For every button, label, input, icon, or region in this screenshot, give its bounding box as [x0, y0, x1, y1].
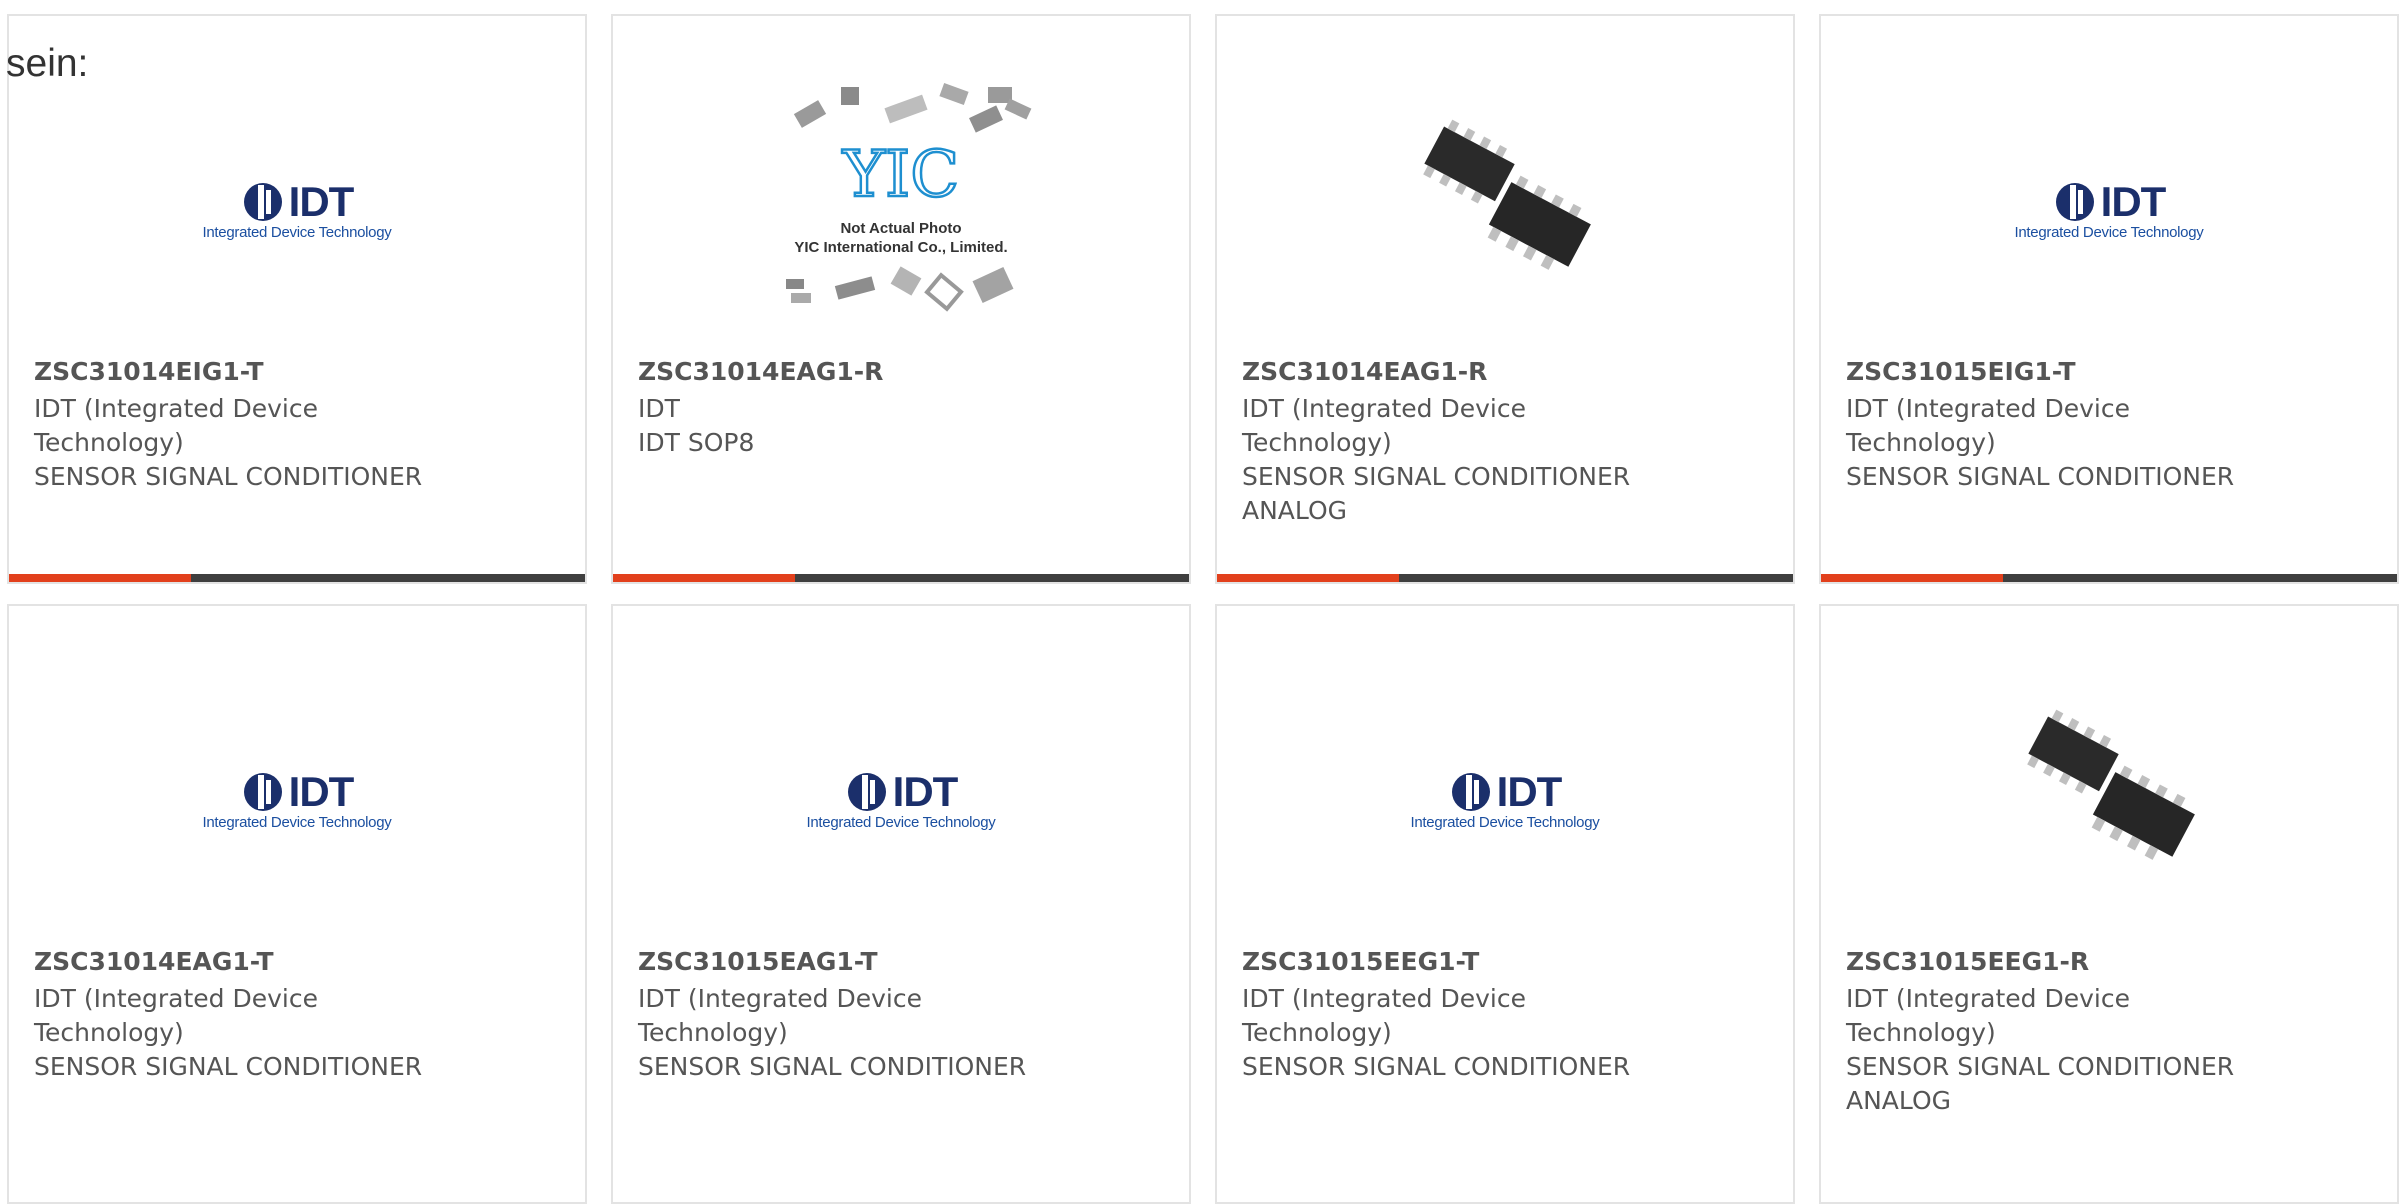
yic-caption-1: Not Actual Photo: [840, 220, 961, 237]
part-number-link[interactable]: ZSC31015EEG1-R: [1846, 946, 2357, 978]
manufacturer-line-1: IDT (Integrated Device: [638, 984, 922, 1013]
yic-logo-letters: YIC: [842, 138, 960, 212]
idt-logo-icon: IDT Integrated Device Technology: [202, 177, 392, 241]
sop8-chip-icon: [2027, 709, 2195, 860]
product-image[interactable]: [1821, 666, 2397, 936]
product-description: SENSOR SIGNAL CONDITIONER: [1846, 1052, 2235, 1081]
part-number-link[interactable]: ZSC31014EAG1-T: [34, 946, 545, 978]
idt-logo-icon: IDT Integrated Device Technology: [806, 767, 996, 831]
yic-caption-2: YIC International Co., Limited.: [794, 239, 1007, 256]
card-bottom-accent: [613, 574, 795, 582]
product-description-2: ANALOG: [1846, 1086, 1951, 1115]
idt-logo-icon: IDT Integrated Device Technology: [202, 767, 392, 831]
card-bottom-accent: [1821, 574, 2003, 582]
idt-logo-word: IDT: [892, 767, 959, 815]
idt-logo-tagline: Integrated Device Technology: [2014, 223, 2204, 241]
idt-logo-icon: IDT Integrated Device Technology: [2014, 177, 2204, 241]
product-image[interactable]: IDT Integrated Device Technology: [613, 666, 1189, 936]
product-card[interactable]: IDT Integrated Device Technology ZSC3101…: [1215, 604, 1795, 1204]
product-image[interactable]: IDT Integrated Device Technology: [1217, 666, 1793, 936]
part-number-link[interactable]: ZSC31015EAG1-T: [638, 946, 1149, 978]
manufacturer-line-2: Technology): [1846, 428, 1996, 457]
idt-logo-word: IDT: [2100, 177, 2167, 225]
manufacturer-line-1: IDT (Integrated Device: [1242, 984, 1526, 1013]
part-number-link[interactable]: ZSC31014EAG1-R: [638, 356, 1149, 388]
product-card[interactable]: IDT Integrated Device Technology ZSC3101…: [7, 604, 587, 1204]
idt-logo-word: IDT: [1496, 767, 1563, 815]
card-bottom-accent: [1217, 574, 1399, 582]
manufacturer-line-1: IDT (Integrated Device: [1846, 394, 2130, 423]
product-card[interactable]: ZSC31015EEG1-R IDT (Integrated Device Te…: [1819, 604, 2399, 1204]
product-description: SENSOR SIGNAL CONDITIONER: [1846, 462, 2235, 491]
product-info: ZSC31015EIG1-T IDT (Integrated Device Te…: [1846, 356, 2357, 494]
idt-logo-tagline: Integrated Device Technology: [202, 813, 392, 831]
product-card[interactable]: IDT Integrated Device Technology ZSC3101…: [611, 604, 1191, 1204]
product-description: SENSOR SIGNAL CONDITIONER: [1242, 1052, 1631, 1081]
product-info: ZSC31014EIG1-T IDT (Integrated Device Te…: [34, 356, 545, 494]
manufacturer-line-1: IDT (Integrated Device: [34, 984, 318, 1013]
product-description: SENSOR SIGNAL CONDITIONER: [34, 462, 423, 491]
product-grid: IDT Integrated Device Technology ZSC3101…: [7, 14, 2399, 1204]
product-card[interactable]: IDT Integrated Device Technology ZSC3101…: [7, 14, 587, 584]
product-description: SENSOR SIGNAL CONDITIONER: [638, 1052, 1027, 1081]
package-line: IDT SOP8: [638, 428, 755, 457]
part-number-link[interactable]: ZSC31015EEG1-T: [1242, 946, 1753, 978]
product-image[interactable]: IDT Integrated Device Technology: [9, 666, 585, 936]
product-info: ZSC31014EAG1-R IDT (Integrated Device Te…: [1242, 356, 1753, 528]
idt-logo-tagline: Integrated Device Technology: [1410, 813, 1600, 831]
product-image[interactable]: IDT Integrated Device Technology: [9, 76, 585, 346]
product-info: ZSC31015EEG1-R IDT (Integrated Device Te…: [1846, 946, 2357, 1118]
product-image[interactable]: YIC Not Actual Photo YIC International C…: [613, 76, 1189, 346]
product-info: ZSC31015EAG1-T IDT (Integrated Device Te…: [638, 946, 1149, 1084]
manufacturer-line-2: Technology): [34, 428, 184, 457]
manufacturer-line-1: IDT (Integrated Device: [1242, 394, 1526, 423]
part-number-link[interactable]: ZSC31014EIG1-T: [34, 356, 545, 388]
product-image[interactable]: IDT Integrated Device Technology: [1821, 76, 2397, 346]
product-image[interactable]: [1217, 76, 1793, 346]
product-info: ZSC31014EAG1-R IDT IDT SOP8: [638, 356, 1149, 460]
manufacturer-line-2: Technology): [1846, 1018, 1996, 1047]
product-card[interactable]: ZSC31014EAG1-R IDT (Integrated Device Te…: [1215, 14, 1795, 584]
sop8-chip-icon: [1423, 119, 1591, 270]
product-description: SENSOR SIGNAL CONDITIONER: [1242, 462, 1631, 491]
part-number-link[interactable]: ZSC31014EAG1-R: [1242, 356, 1753, 388]
product-info: ZSC31014EAG1-T IDT (Integrated Device Te…: [34, 946, 545, 1084]
manufacturer-line-2: Technology): [1242, 428, 1392, 457]
manufacturer-line-1: IDT: [638, 394, 680, 423]
idt-logo-tagline: Integrated Device Technology: [806, 813, 996, 831]
manufacturer-line-2: Technology): [1242, 1018, 1392, 1047]
yic-placeholder-icon: YIC Not Actual Photo YIC International C…: [786, 82, 1032, 312]
product-description: SENSOR SIGNAL CONDITIONER: [34, 1052, 423, 1081]
idt-logo-word: IDT: [288, 767, 355, 815]
manufacturer-line-2: Technology): [34, 1018, 184, 1047]
manufacturer-line-2: Technology): [638, 1018, 788, 1047]
part-number-link[interactable]: ZSC31015EIG1-T: [1846, 356, 2357, 388]
product-card[interactable]: YIC Not Actual Photo YIC International C…: [611, 14, 1191, 584]
product-info: ZSC31015EEG1-T IDT (Integrated Device Te…: [1242, 946, 1753, 1084]
intro-text: sein:: [6, 42, 89, 85]
idt-logo-tagline: Integrated Device Technology: [202, 223, 392, 241]
card-bottom-accent: [9, 574, 191, 582]
product-card[interactable]: IDT Integrated Device Technology ZSC3101…: [1819, 14, 2399, 584]
manufacturer-line-1: IDT (Integrated Device: [34, 394, 318, 423]
product-description-2: ANALOG: [1242, 496, 1347, 525]
idt-logo-icon: IDT Integrated Device Technology: [1410, 767, 1600, 831]
manufacturer-line-1: IDT (Integrated Device: [1846, 984, 2130, 1013]
idt-logo-word: IDT: [288, 177, 355, 225]
